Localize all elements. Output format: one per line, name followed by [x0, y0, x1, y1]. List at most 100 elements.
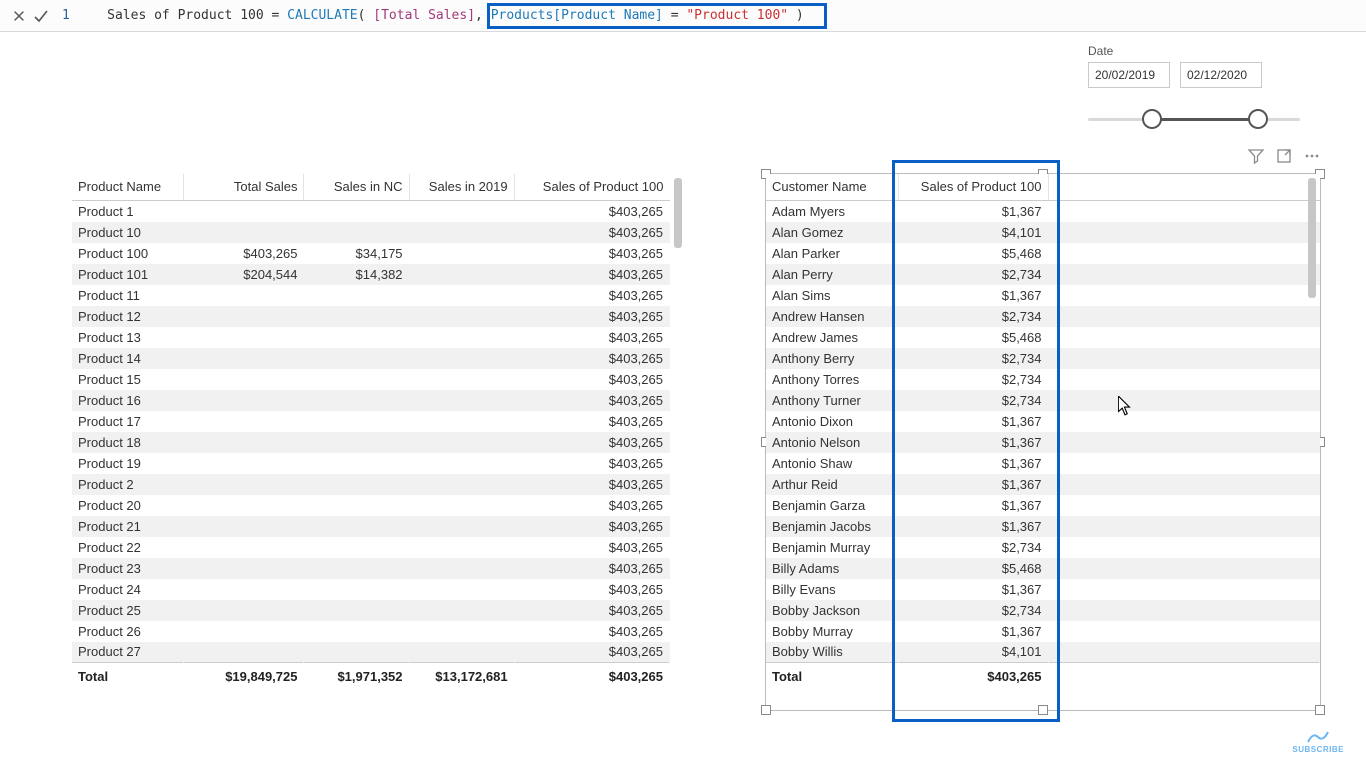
cell-sales-2019	[409, 201, 514, 222]
cell-customer-name: Benjamin Garza	[766, 495, 898, 516]
table-row[interactable]: Product 10$403,265	[72, 222, 670, 243]
cell-product-name: Product 101	[72, 264, 184, 285]
customers-table-visual[interactable]: Customer Name Sales of Product 100 Adam …	[766, 174, 1320, 710]
date-to-input[interactable]	[1180, 62, 1262, 88]
cell-sales-p100: $2,734	[898, 306, 1048, 327]
table-row[interactable]: Andrew James$5,468	[766, 327, 1320, 348]
table-row[interactable]: Alan Sims$1,367	[766, 285, 1320, 306]
table-row[interactable]: Benjamin Jacobs$1,367	[766, 516, 1320, 537]
table-row[interactable]: Alan Parker$5,468	[766, 243, 1320, 264]
cell-sales-p100: $403,265	[514, 600, 669, 621]
table-row[interactable]: Product 24$403,265	[72, 579, 670, 600]
table-row[interactable]: Andrew Hansen$2,734	[766, 306, 1320, 327]
table-row[interactable]: Arthur Reid$1,367	[766, 474, 1320, 495]
date-slicer[interactable]: Date	[1088, 44, 1320, 132]
table-row[interactable]: Bobby Willis$4,101	[766, 642, 1320, 663]
cell-sales-nc	[304, 495, 409, 516]
cell-customer-name: Arthur Reid	[766, 474, 898, 495]
customers-scrollbar[interactable]	[1308, 178, 1318, 706]
table-row[interactable]: Product 13$403,265	[72, 327, 670, 348]
table-row[interactable]: Product 19$403,265	[72, 453, 670, 474]
table-row[interactable]: Alan Perry$2,734	[766, 264, 1320, 285]
table-row[interactable]: Billy Evans$1,367	[766, 579, 1320, 600]
cell-customer-name: Benjamin Jacobs	[766, 516, 898, 537]
scrollbar-thumb[interactable]	[1308, 178, 1316, 298]
cell-product-name: Product 16	[72, 390, 184, 411]
date-slider-track[interactable]	[1088, 108, 1300, 132]
products-scrollbar[interactable]	[674, 178, 684, 706]
col-header-sales-nc[interactable]: Sales in NC	[304, 174, 409, 201]
cell-sales-p100: $403,265	[514, 558, 669, 579]
cell-sales-p100: $403,265	[514, 621, 669, 642]
cell-product-name: Product 26	[72, 621, 184, 642]
table-row[interactable]: Product 26 $403,265	[72, 621, 670, 642]
cell-sales-2019	[409, 348, 514, 369]
date-from-input[interactable]	[1088, 62, 1170, 88]
table-row[interactable]: Anthony Turner$2,734	[766, 390, 1320, 411]
table-row[interactable]: Product 20$403,265	[72, 495, 670, 516]
products-total-nc: $1,971,352	[304, 663, 409, 691]
cell-sales-p100: $1,367	[898, 411, 1048, 432]
table-row[interactable]: Bobby Murray$1,367	[766, 621, 1320, 642]
table-row[interactable]: Anthony Torres$2,734	[766, 369, 1320, 390]
products-table-visual[interactable]: Product Name Total Sales Sales in NC Sal…	[72, 174, 670, 710]
table-row[interactable]: Adam Myers$1,367	[766, 201, 1320, 222]
table-row[interactable]: Product 1$403,265	[72, 201, 670, 222]
table-row[interactable]: Benjamin Murray$2,734	[766, 537, 1320, 558]
table-row[interactable]: Product 25$403,265	[72, 600, 670, 621]
scrollbar-thumb[interactable]	[674, 178, 682, 248]
cell-sales-p100: $5,468	[898, 558, 1048, 579]
col-header-sales-p100[interactable]: Sales of Product 100	[898, 174, 1048, 201]
cell-product-name: Product 13	[72, 327, 184, 348]
table-row[interactable]: Product 18$403,265	[72, 432, 670, 453]
col-header-customer-name[interactable]: Customer Name	[766, 174, 898, 201]
cell-sales-2019	[409, 369, 514, 390]
col-header-sales-2019[interactable]: Sales in 2019	[409, 174, 514, 201]
table-row[interactable]: Product 21$403,265	[72, 516, 670, 537]
cell-total-sales	[184, 222, 304, 243]
col-header-product-name[interactable]: Product Name	[72, 174, 184, 201]
cell-sales-p100: $2,734	[898, 600, 1048, 621]
table-row[interactable]: Antonio Nelson$1,367	[766, 432, 1320, 453]
slider-handle-start[interactable]	[1142, 109, 1162, 129]
table-row[interactable]: Product 15$403,265	[72, 369, 670, 390]
table-row[interactable]: Antonio Shaw$1,367	[766, 453, 1320, 474]
table-row[interactable]: Product 17$403,265	[72, 411, 670, 432]
cell-sales-p100: $403,265	[514, 264, 669, 285]
table-row[interactable]: Alan Gomez$4,101	[766, 222, 1320, 243]
table-row[interactable]: Product 100$403,265$34,175$403,265	[72, 243, 670, 264]
table-row[interactable]: Anthony Berry$2,734	[766, 348, 1320, 369]
col-header-total-sales[interactable]: Total Sales	[184, 174, 304, 201]
table-row[interactable]: Bobby Jackson$2,734	[766, 600, 1320, 621]
cell-customer-name: Billy Evans	[766, 579, 898, 600]
subscribe-badge: SUBSCRIBE	[1292, 731, 1344, 754]
cell-product-name: Product 1	[72, 201, 184, 222]
table-row[interactable]: Product 11$403,265	[72, 285, 670, 306]
cell-sales-p100: $403,265	[514, 285, 669, 306]
date-slicer-title: Date	[1088, 44, 1320, 58]
table-row[interactable]: Product 2$403,265	[72, 474, 670, 495]
cancel-formula-button[interactable]	[8, 5, 30, 27]
formula-measure-name: Sales of Product 100	[107, 8, 264, 23]
table-row[interactable]: Product 23$403,265	[72, 558, 670, 579]
col-header-sales-p100[interactable]: Sales of Product 100	[514, 174, 669, 201]
table-row[interactable]: Antonio Dixon$1,367	[766, 411, 1320, 432]
mouse-cursor-icon	[1118, 396, 1132, 416]
table-row[interactable]: Product 14$403,265	[72, 348, 670, 369]
table-row[interactable]: Product 101$204,544$14,382$403,265	[72, 264, 670, 285]
products-total-2019: $13,172,681	[409, 663, 514, 691]
commit-formula-button[interactable]	[30, 5, 52, 27]
slider-handle-end[interactable]	[1248, 109, 1268, 129]
cell-total-sales	[184, 285, 304, 306]
focus-mode-icon[interactable]	[1276, 148, 1292, 164]
table-row[interactable]: Product 16$403,265	[72, 390, 670, 411]
table-row[interactable]: Benjamin Garza$1,367	[766, 495, 1320, 516]
table-row[interactable]: Product 12$403,265	[72, 306, 670, 327]
table-row[interactable]: Product 27$403,265	[72, 642, 670, 663]
table-row[interactable]: Billy Adams$5,468	[766, 558, 1320, 579]
table-row[interactable]: Product 22$403,265	[72, 537, 670, 558]
cell-sales-nc	[304, 516, 409, 537]
more-options-icon[interactable]	[1304, 148, 1320, 164]
filter-icon[interactable]	[1248, 148, 1264, 164]
cell-total-sales: $403,265	[184, 243, 304, 264]
